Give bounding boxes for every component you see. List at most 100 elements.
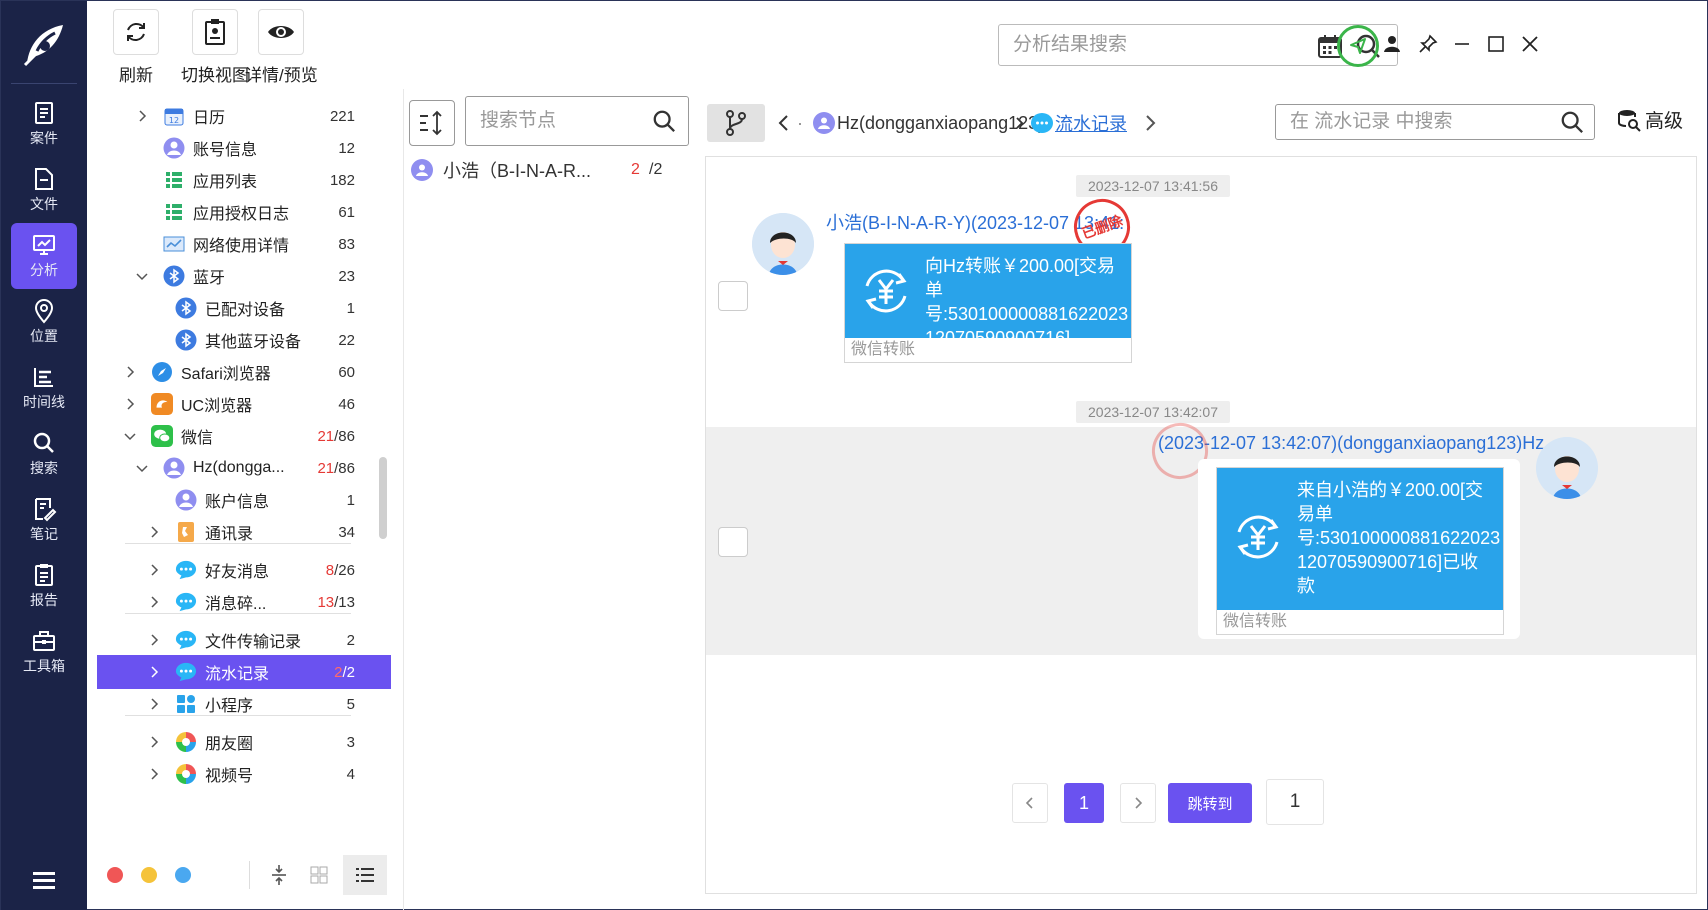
- nav-item-report[interactable]: 报告: [11, 553, 77, 619]
- account-icon: [163, 137, 185, 159]
- node-label: 小浩（B-I-N-A-R...: [443, 161, 591, 181]
- menu-icon[interactable]: [31, 869, 57, 891]
- tree-item-count: 182: [329, 171, 355, 189]
- chevron-down-icon[interactable]: [135, 461, 149, 475]
- tree-item[interactable]: 网络使用详情 83: [97, 227, 391, 261]
- list-view-button[interactable]: [343, 855, 387, 895]
- sort-button[interactable]: [409, 100, 455, 146]
- message-timestamp: 2023-12-07 13:41:56: [1076, 175, 1230, 197]
- prev-page-button[interactable]: [1012, 783, 1048, 823]
- nav-item-search[interactable]: 搜索: [11, 421, 77, 487]
- tree-item[interactable]: 其他蓝牙设备 22: [97, 323, 391, 357]
- node-item[interactable]: 小浩（B-I-N-A-R... 2 /2: [405, 152, 691, 188]
- tree-item-label: UC浏览器: [181, 398, 253, 415]
- nav-item-file[interactable]: 文件: [11, 157, 77, 223]
- breadcrumb-current[interactable]: 流水记录: [1031, 104, 1127, 142]
- chevron-right-icon[interactable]: [147, 525, 161, 539]
- forward-button[interactable]: [1143, 104, 1157, 142]
- timeline-icon: [34, 368, 53, 387]
- chevron-right-icon[interactable]: [147, 735, 161, 749]
- tree-item[interactable]: 蓝牙 23: [97, 259, 391, 293]
- tree-item[interactable]: Hz(dongga... 21/86: [97, 451, 391, 485]
- pin-button[interactable]: [1415, 31, 1441, 57]
- analysis-search-input[interactable]: [999, 25, 1299, 65]
- yellow-filter-dot[interactable]: [141, 867, 157, 883]
- branch-button[interactable]: [707, 104, 765, 142]
- tree-item-count-red: 8: [325, 561, 335, 579]
- switch-view-button[interactable]: 切换视图: [181, 9, 249, 86]
- jump-page-input[interactable]: 1: [1266, 779, 1324, 825]
- tree-item[interactable]: 账户信息 1: [97, 483, 391, 517]
- record-search-input[interactable]: [1276, 105, 1546, 139]
- eye-icon: [268, 26, 295, 38]
- tree-item-count: 34: [338, 523, 355, 541]
- chevron-right-icon[interactable]: [123, 397, 137, 411]
- branch-icon: [726, 110, 746, 136]
- chevron-left-icon: [778, 115, 788, 131]
- nav-label: 报告: [30, 592, 58, 608]
- tree-item-count-total: /86: [334, 427, 355, 445]
- chevron-right-icon[interactable]: [147, 633, 161, 647]
- tree-item[interactable]: 已配对设备 1: [97, 291, 391, 325]
- maximize-button[interactable]: [1483, 31, 1509, 57]
- nav-item-note[interactable]: 笔记: [11, 487, 77, 553]
- nav-item-location[interactable]: 位置: [11, 289, 77, 355]
- chevron-right-icon[interactable]: [147, 665, 161, 679]
- tree-item[interactable]: UC浏览器 46: [97, 387, 391, 421]
- tree-item[interactable]: 12 日历 221: [97, 99, 391, 133]
- tree-item[interactable]: 朋友圈 3: [97, 725, 391, 759]
- next-page-button[interactable]: [1120, 783, 1156, 823]
- tree-item[interactable]: Safari浏览器 60: [97, 355, 391, 389]
- grid-view-button[interactable]: [303, 859, 335, 891]
- message-checkbox[interactable]: [718, 527, 748, 557]
- collapse-button[interactable]: [263, 859, 295, 891]
- nav-item-toolbox[interactable]: 工具箱: [11, 619, 77, 685]
- chevron-right-icon[interactable]: [147, 767, 161, 781]
- blue-filter-dot[interactable]: [175, 867, 191, 883]
- refresh-button[interactable]: 刷新: [113, 9, 159, 86]
- red-filter-dot[interactable]: [107, 867, 123, 883]
- chevron-right-icon[interactable]: [147, 563, 161, 577]
- breadcrumb-account[interactable]: Hz(dongganxiaopang123): [813, 104, 1044, 142]
- tree-item[interactable]: 账号信息 12: [97, 131, 391, 165]
- search-icon[interactable]: [652, 109, 676, 133]
- tree-item[interactable]: 流水记录 2/2: [97, 655, 391, 689]
- chevron-down-icon[interactable]: [123, 429, 137, 443]
- chevron-right-icon[interactable]: [147, 595, 161, 609]
- back-button[interactable]: [777, 104, 791, 142]
- nav-item-analysis[interactable]: 分析: [11, 223, 77, 289]
- chevron-down-icon[interactable]: [135, 269, 149, 283]
- nav-item-timeline[interactable]: 时间线: [11, 355, 77, 421]
- chevron-right-icon[interactable]: [123, 365, 137, 379]
- tree-item-count: 46: [338, 395, 355, 413]
- advanced-search-button[interactable]: 高级: [1617, 106, 1683, 133]
- chevron-right-icon[interactable]: [147, 697, 161, 711]
- chevron-right-icon[interactable]: [135, 109, 149, 123]
- breadcrumb-separator: [1015, 104, 1025, 142]
- tree-item[interactable]: 好友消息 8/26: [97, 553, 391, 587]
- details-preview-button[interactable]: 详情/预览: [245, 9, 318, 86]
- tree-item[interactable]: 文件传输记录 2: [97, 623, 391, 657]
- transfer-card[interactable]: 向Hz转账￥200.00[交易单号:530100000881622023 120…: [844, 243, 1132, 363]
- search-icon[interactable]: [1560, 110, 1584, 134]
- bottom-divider: [249, 861, 250, 889]
- message-checkbox[interactable]: [718, 281, 748, 311]
- tree-scrollbar[interactable]: [379, 457, 387, 539]
- svg-text:12: 12: [169, 116, 179, 125]
- node-search-input[interactable]: [466, 97, 636, 145]
- minimize-button[interactable]: [1449, 31, 1475, 57]
- tree-item[interactable]: 视频号 4: [97, 757, 391, 791]
- nav-item-case[interactable]: 案件: [11, 91, 77, 157]
- nav-label: 案件: [30, 130, 58, 146]
- page-number-button[interactable]: 1: [1064, 783, 1104, 823]
- jump-to-button[interactable]: 跳转到: [1168, 783, 1252, 823]
- send-location-button[interactable]: [1337, 25, 1379, 67]
- tree-item[interactable]: 微信 21/86: [97, 419, 391, 453]
- user-button[interactable]: [1379, 31, 1405, 57]
- file-icon: [35, 168, 53, 190]
- close-button[interactable]: [1517, 31, 1543, 57]
- tree-item[interactable]: 应用授权日志 61: [97, 195, 391, 229]
- panel-divider: [403, 89, 404, 910]
- transfer-card[interactable]: 来自小浩的￥200.00[交易单号:530100000881622023 120…: [1216, 467, 1504, 635]
- tree-item[interactable]: 应用列表 182: [97, 163, 391, 197]
